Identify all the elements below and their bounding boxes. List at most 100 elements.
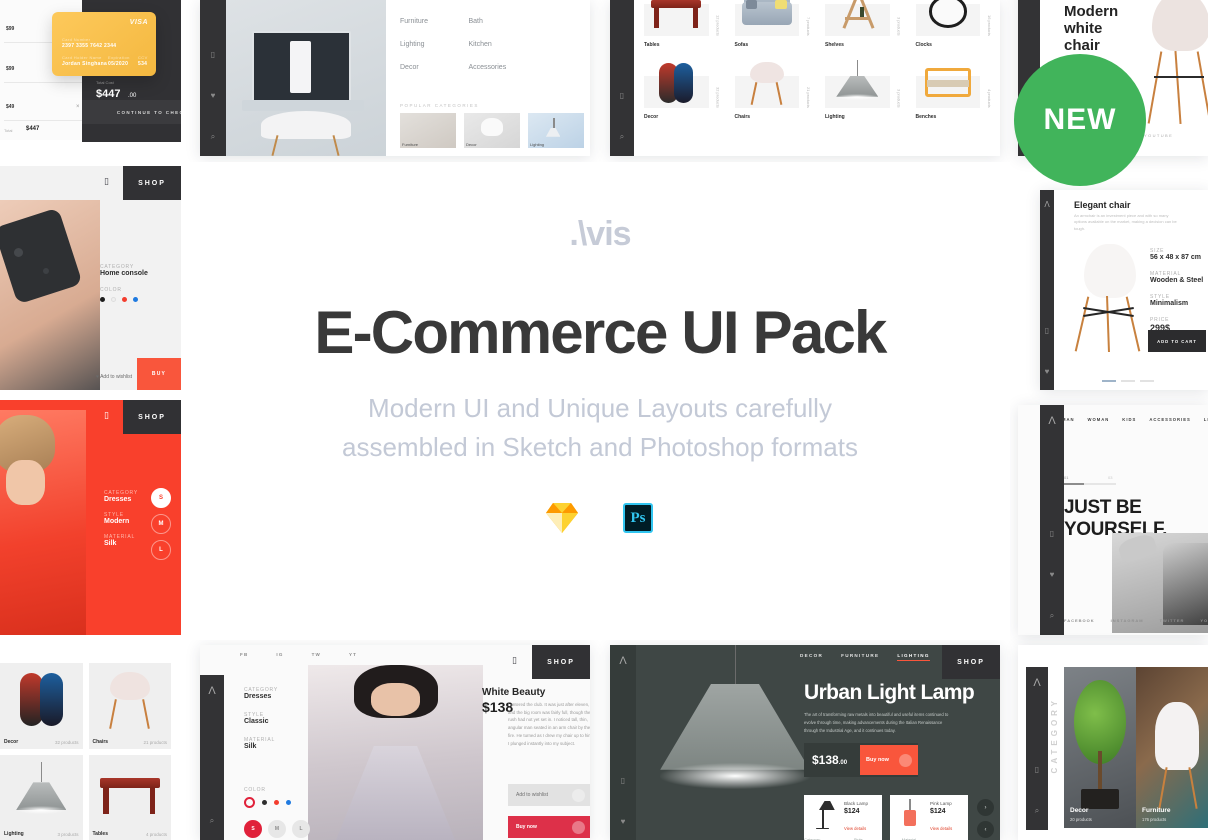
carousel-dot[interactable] — [1121, 380, 1135, 382]
popular-categories-cards[interactable]: Furniture Decor Lighting — [400, 113, 584, 148]
size-option-l[interactable]: L — [151, 540, 171, 560]
popular-card-lighting[interactable]: Lighting — [528, 113, 584, 148]
color-swatch-black[interactable] — [262, 800, 267, 805]
nav-item-woman[interactable]: WOMAN — [1088, 417, 1110, 422]
popular-card-decor[interactable]: Decor — [464, 113, 520, 148]
popular-card-furniture[interactable]: Furniture — [400, 113, 456, 148]
slide-progress-bar[interactable] — [1064, 483, 1116, 485]
next-arrow-icon[interactable]: › — [977, 799, 994, 816]
shop-button[interactable]: SHOP — [123, 400, 181, 434]
category-tile-grid[interactable]: Decor 32 products Chairs 21 products Lig… — [0, 663, 171, 840]
grid-cell-sofas[interactable]: Sofas 7 products — [734, 0, 811, 50]
related-link[interactable]: View details — [844, 826, 866, 831]
color-swatches[interactable] — [244, 797, 291, 808]
buy-now-button[interactable]: Buy now — [508, 816, 590, 838]
color-swatch-blue[interactable] — [286, 800, 291, 805]
size-option-m[interactable]: M — [268, 820, 286, 838]
color-swatches[interactable] — [100, 297, 148, 302]
color-section[interactable]: Color — [244, 787, 291, 808]
nav-item-man[interactable]: MAN — [1062, 417, 1075, 422]
size-selector[interactable]: S M L — [151, 488, 171, 560]
color-swatch-white[interactable] — [111, 297, 116, 302]
social-link-ig[interactable]: IG — [276, 652, 283, 657]
wishlist-button[interactable]: Add to wishlist — [508, 784, 590, 806]
menu-item-accessories[interactable]: Accessories — [468, 64, 506, 71]
cart-icon[interactable]: ▯ — [1045, 326, 1049, 335]
showcase-tile-furniture[interactable]: Furniture 176 products — [1136, 667, 1208, 828]
shop-button[interactable]: SHOP — [942, 645, 1000, 679]
related-product-pink-lamp[interactable]: Pink Lamp $124 View details — [890, 795, 968, 840]
search-icon[interactable]: ⌕ — [620, 132, 624, 142]
shop-button[interactable]: SHOP — [532, 645, 590, 679]
cart-icon[interactable]: ▯ — [211, 50, 215, 59]
panel-product-grid[interactable]: ▯ ⌕ Tables 12 products Sofas 7 products … — [610, 0, 1000, 156]
panel-urban-lamp[interactable]: Λ ▯ ♥ DECOR FURNITURE LIGHTING KITCHEN S… — [610, 645, 1000, 840]
footer-link-twitter[interactable]: TWITTER — [1160, 618, 1185, 623]
social-nav[interactable]: FB IG TW YT — [240, 652, 357, 657]
grid-cell-lighting[interactable]: Lighting 3 products — [825, 60, 902, 122]
footer-link-facebook[interactable]: FACEBOOK — [1064, 618, 1095, 623]
panel-category-menu[interactable]: ▯ ♥ ⌕ Furniture Lighting Decor Bath Kitc… — [200, 0, 590, 156]
panel-controller[interactable]: ▯ ♥ SHOP Category Home console Color ♥ A… — [0, 166, 181, 390]
grid-cell-chairs[interactable]: Chairs 21 products — [734, 60, 811, 122]
size-option-m[interactable]: M — [151, 514, 171, 534]
panel-category-showcase[interactable]: Λ ▯ ⌕ CATEGORY Decor 20 products Furnitu… — [1018, 645, 1208, 840]
checkout-button[interactable]: CONTINUE TO CHECK OUT — [82, 100, 181, 124]
tile-tables[interactable]: Tables 4 products — [88, 755, 171, 840]
size-option-s[interactable]: S — [151, 488, 171, 508]
grid-cell-benches[interactable]: Benches 4 products — [915, 60, 992, 122]
grid-cell-tables[interactable]: Tables 12 products — [644, 0, 721, 50]
social-link-yt[interactable]: YT — [349, 652, 357, 657]
cart-icon[interactable]: ▯ — [1035, 765, 1039, 774]
grid-cell-shelves[interactable]: Shelves 3 products — [825, 0, 902, 50]
cart-icon[interactable]: ▯ — [1050, 529, 1054, 538]
cart-icon[interactable]: ▯ — [620, 91, 624, 100]
buy-button[interactable]: BUY — [137, 358, 181, 390]
add-to-cart-button[interactable]: ADD TO CART — [1148, 330, 1206, 352]
heart-icon[interactable]: ♥ — [211, 91, 216, 100]
size-selector[interactable]: S M L — [244, 820, 310, 838]
heart-icon[interactable]: ♥ — [1045, 367, 1050, 376]
menu-item-bath[interactable]: Bath — [468, 18, 506, 25]
grid-cell-decor[interactable]: Decor 32 products — [644, 60, 721, 122]
menu-item-kitchen[interactable]: Kitchen — [468, 41, 506, 48]
heart-icon[interactable]: ♥ — [1050, 570, 1055, 579]
search-icon[interactable]: ⌕ — [211, 132, 215, 142]
modern-chair-footer-link[interactable]: YOUTUBE — [1144, 133, 1173, 138]
color-swatch-red[interactable] — [122, 297, 127, 302]
shop-button[interactable]: SHOP — [123, 166, 181, 200]
footer-link-instagram[interactable]: INSTAGRAM — [1111, 618, 1144, 623]
color-swatch-blue[interactable] — [133, 297, 138, 302]
tile-decor[interactable]: Decor 32 products — [0, 663, 83, 749]
cart-icon[interactable]: ▯ — [104, 410, 109, 421]
menu-item-furniture[interactable]: Furniture — [400, 18, 464, 25]
showcase-tile-decor[interactable]: Decor 20 products — [1064, 667, 1136, 828]
wishlist-button[interactable]: ♥ Add to wishlist — [96, 374, 132, 380]
footer-link-youtube[interactable]: YOUTUBE — [1200, 618, 1208, 623]
social-footer[interactable]: FACEBOOK INSTAGRAM TWITTER YOUTUBE — [1064, 618, 1208, 623]
carousel-dot-active[interactable] — [1102, 380, 1116, 382]
social-link-tw[interactable]: TW — [312, 652, 321, 657]
menu-item-lighting[interactable]: Lighting — [400, 41, 464, 48]
prev-arrow-icon[interactable]: ‹ — [977, 821, 994, 838]
nav-item-kids[interactable]: KIDS — [1122, 417, 1136, 422]
related-link[interactable]: View details — [930, 826, 952, 831]
nav-item-accessories[interactable]: ACCESSORIES — [1149, 417, 1190, 422]
panel-elegant-chair[interactable]: Λ ▯ ♥ Elegant chair An armchair is an in… — [1040, 190, 1208, 390]
social-link-fb[interactable]: FB — [240, 652, 248, 657]
search-icon[interactable]: ⌕ — [210, 816, 214, 826]
remove-icon[interactable]: × — [76, 104, 80, 110]
panel-red-dress[interactable]: ▯ ♥ SHOP Category Dresses Style Modern M… — [0, 400, 181, 635]
size-option-l[interactable]: L — [292, 820, 310, 838]
related-product-black-lamp[interactable]: Black Lamp $124 View details — [804, 795, 882, 840]
menu-item-decor[interactable]: Decor — [400, 64, 464, 71]
nav-item-lighting[interactable]: LIGHTING — [897, 653, 930, 661]
size-option-s[interactable]: S — [244, 820, 262, 838]
color-swatch-red[interactable] — [274, 800, 279, 805]
main-nav[interactable]: MAN WOMAN KIDS ACCESSORIES LIFESTYLE — [1062, 417, 1208, 422]
showcase-tiles[interactable]: Decor 20 products Furniture 176 products — [1064, 667, 1208, 828]
search-icon[interactable]: ⌕ — [1035, 806, 1039, 816]
panel-white-beauty[interactable]: Λ ⌕ FB IG TW YT ▯ ♥ SHOP Category Dresse… — [200, 645, 590, 840]
nav-item-lifestyle[interactable]: LIFESTYLE — [1204, 417, 1208, 422]
carousel-dot[interactable] — [1140, 380, 1154, 382]
